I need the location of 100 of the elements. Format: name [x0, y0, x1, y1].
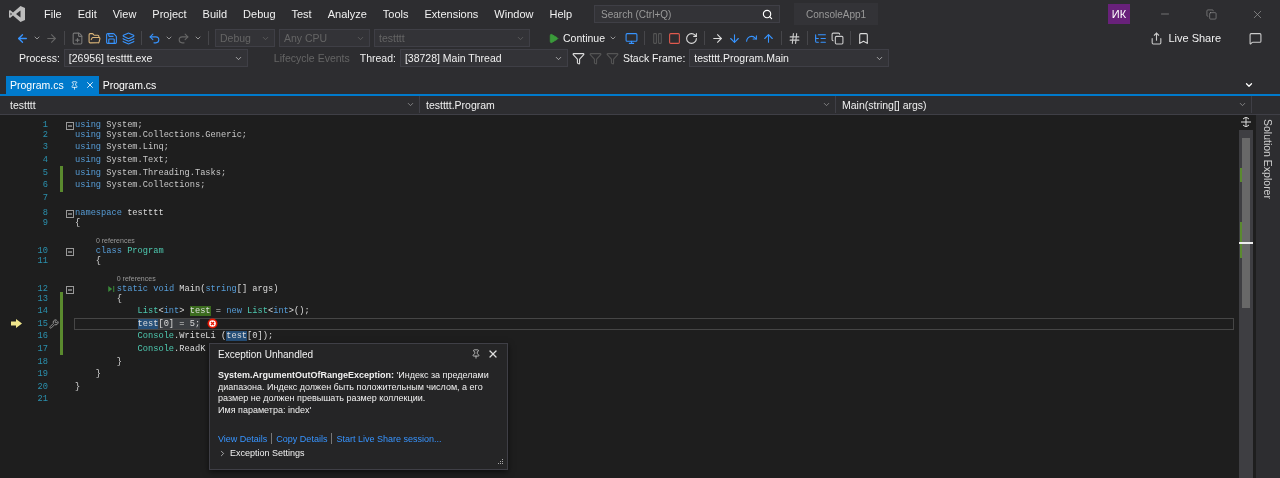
caret-icon: [1238, 100, 1247, 109]
back-icon[interactable]: [16, 31, 29, 45]
line-number: 15: [36, 318, 48, 329]
stop-icon[interactable]: [668, 31, 682, 45]
menu-item[interactable]: Edit: [69, 8, 105, 20]
line-number: 14: [36, 306, 48, 317]
code-line: using System.Threading.Tasks;: [75, 167, 227, 178]
caret-icon: [609, 34, 618, 42]
line-number: 3: [41, 142, 48, 153]
menu-item[interactable]: Window: [486, 8, 542, 20]
live-share-button[interactable]: Live Share: [1144, 29, 1227, 47]
menu-item[interactable]: Analyze: [319, 8, 375, 20]
code-line: Console.ReadK: [136, 344, 206, 354]
code-line: using System.Collections.Generic;: [75, 129, 248, 140]
menu-item[interactable]: Project: [144, 8, 195, 20]
menu-item[interactable]: View: [104, 8, 145, 20]
caret-icon: [822, 100, 831, 109]
code-line: }: [75, 381, 81, 392]
line-number: 11: [36, 255, 48, 266]
step-out-icon[interactable]: [762, 31, 776, 45]
menu-item[interactable]: Test: [283, 8, 320, 20]
popup-link[interactable]: Copy Details: [276, 433, 328, 444]
caret-icon: [406, 100, 415, 109]
new-file-icon[interactable]: [71, 31, 84, 45]
popup-title: Exception Unhandled: [218, 348, 315, 360]
restart-icon[interactable]: [685, 31, 699, 45]
document-tab[interactable]: Program.cs: [98, 76, 161, 94]
collapse-icon[interactable]: [66, 285, 74, 294]
type-dropdown[interactable]: testttt.Program: [422, 96, 836, 113]
collapse-icon[interactable]: [66, 122, 74, 130]
project-dropdown[interactable]: testttt: [6, 96, 420, 113]
code-line: using System.Text;: [75, 155, 169, 166]
exception-settings-expander[interactable]: Exception Settings: [218, 448, 305, 458]
solution-name: ConsoleApp1: [794, 3, 879, 25]
menu-item[interactable]: Help: [541, 8, 581, 20]
line-number: 19: [36, 369, 48, 380]
screen-icon[interactable]: [625, 31, 639, 45]
split-handle-icon[interactable]: [1240, 117, 1252, 127]
share-icon: [1150, 31, 1164, 45]
line-number: 5: [41, 167, 48, 178]
search-icon: [762, 8, 774, 20]
list-icon[interactable]: [814, 31, 828, 45]
save-icon[interactable]: [105, 31, 118, 45]
redo-icon[interactable]: [177, 31, 190, 45]
process-dropdown[interactable]: [26956] testttt.exe: [63, 49, 248, 67]
menu-item[interactable]: Extensions: [416, 8, 487, 20]
thread-label: Thread:: [359, 52, 396, 64]
save-all-icon[interactable]: [122, 31, 135, 45]
code-line: using System.Linq;: [75, 142, 169, 153]
line-number: 17: [36, 344, 48, 354]
forward-icon[interactable]: [45, 31, 58, 45]
line-number: 21: [36, 394, 48, 405]
line-number: 7: [41, 192, 48, 203]
thread-dropdown[interactable]: [38728] Main Thread: [399, 49, 568, 67]
collapse-icon[interactable]: [66, 247, 74, 256]
line-number: 1: [41, 120, 48, 130]
menu-item[interactable]: Build: [194, 8, 236, 20]
pin-icon[interactable]: [69, 80, 79, 90]
stack-frame-label: Stack Frame:: [622, 52, 686, 64]
menu-item[interactable]: Tools: [374, 8, 417, 20]
line-number: 4: [41, 155, 48, 166]
search-field[interactable]: Search (Ctrl+Q): [594, 5, 781, 23]
logo-icon: [8, 5, 26, 23]
collapse-icon[interactable]: [66, 210, 74, 219]
popup-link[interactable]: View Details: [218, 433, 268, 444]
error-icon: [207, 318, 219, 330]
user-avatar[interactable]: ИК: [1108, 4, 1130, 24]
play-icon: [548, 32, 559, 44]
code-line: class Program: [94, 245, 164, 256]
popup-link[interactable]: Start Live Share session...: [336, 433, 442, 444]
code-line: namespace testttt: [75, 208, 164, 219]
run-icon[interactable]: [106, 284, 117, 293]
code-line: }: [115, 356, 122, 367]
code-line: using System;: [75, 120, 143, 130]
code-line: }: [94, 369, 102, 380]
document-tab[interactable]: Program.cs: [6, 76, 99, 94]
vertical-scrollbar[interactable]: [1239, 130, 1253, 478]
continue-button[interactable]: Continue: [544, 29, 622, 47]
member-dropdown[interactable]: Main(string[] args): [838, 96, 1252, 113]
line-number: 18: [36, 356, 48, 367]
open-folder-icon[interactable]: [88, 31, 101, 45]
code-line: {: [94, 255, 102, 266]
line-number: 12: [36, 283, 48, 294]
resize-grip-icon[interactable]: [496, 458, 504, 466]
hexadecimal-icon[interactable]: [788, 31, 802, 45]
close-icon[interactable]: [487, 348, 499, 360]
exception-message: System.ArgumentOutOfRangeException: 'Индекс за пределами диапазона. Индекс должен быть положительным числом, а его размер не должен превышать размер коллекции.: [218, 370, 490, 405]
step-into-icon[interactable]: [728, 31, 742, 45]
copy-icon[interactable]: [831, 31, 845, 45]
pin-icon[interactable]: [471, 349, 481, 359]
process-label: Process:: [19, 52, 60, 64]
undo-icon[interactable]: [148, 31, 161, 45]
line-number: 16: [36, 331, 48, 342]
solution-explorer-tab[interactable]: Solution Explorer: [1262, 119, 1274, 199]
show-next-statement-icon[interactable]: [711, 31, 725, 45]
bookmark-icon[interactable]: [857, 31, 871, 45]
menu-item[interactable]: File: [36, 8, 70, 20]
menu-item[interactable]: Debug: [235, 8, 284, 20]
feedback-icon[interactable]: [1249, 31, 1262, 45]
stack-frame-dropdown[interactable]: testttt.Program.Main: [689, 49, 890, 67]
